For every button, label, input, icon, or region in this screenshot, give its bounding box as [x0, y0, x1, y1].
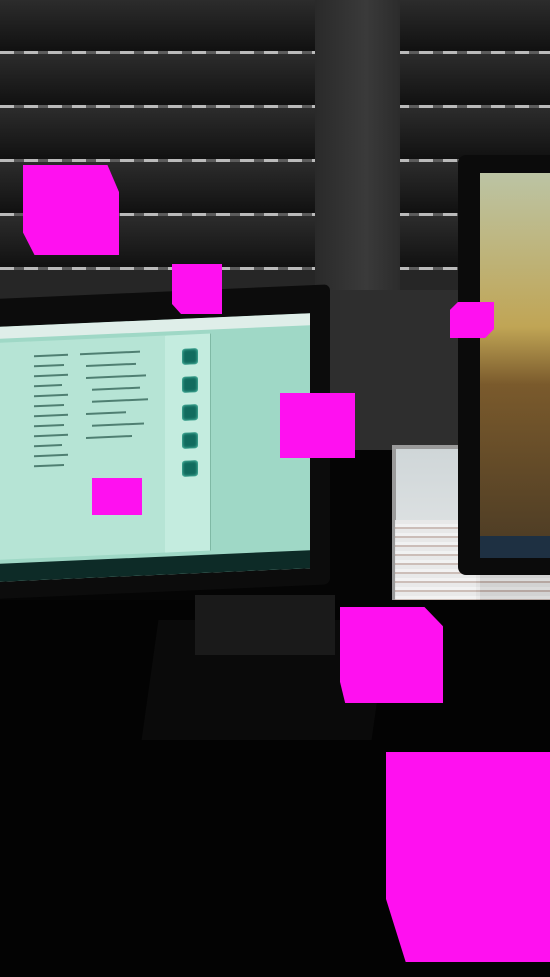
screen-pane-1	[0, 341, 31, 561]
right-monitor-taskbar	[480, 536, 550, 558]
magenta-marker-6	[340, 607, 443, 703]
magenta-marker-4	[280, 393, 355, 458]
magenta-marker-3	[450, 302, 494, 338]
magenta-marker-1	[23, 165, 119, 255]
magenta-marker-5	[92, 478, 142, 515]
right-monitor	[458, 155, 550, 575]
asset-thumbnail	[182, 376, 198, 393]
photo-scene	[0, 0, 550, 977]
asset-thumbnail	[182, 460, 198, 477]
right-monitor-screen	[480, 173, 550, 558]
asset-thumbnail	[182, 348, 198, 365]
asset-thumbnail	[182, 432, 198, 449]
magenta-marker-2	[172, 264, 222, 314]
left-monitor-screen	[0, 313, 310, 583]
screen-pane-2	[30, 339, 76, 559]
left-monitor-stand	[195, 595, 335, 655]
screen-pane-3	[75, 335, 166, 557]
asset-thumbnail	[182, 404, 198, 421]
magenta-marker-7	[386, 752, 550, 962]
window-blinds-left	[0, 0, 320, 300]
